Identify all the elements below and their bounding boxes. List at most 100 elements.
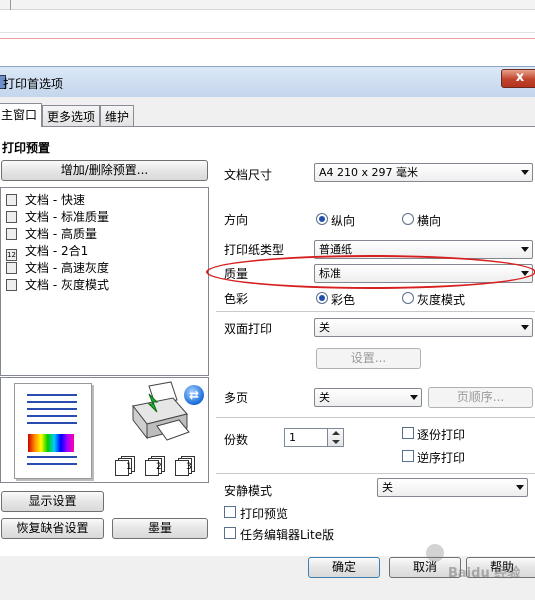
paper-text-line <box>27 456 77 458</box>
background-tab-strip <box>0 0 535 10</box>
document-icon <box>6 211 17 223</box>
orientation-landscape-label[interactable]: 横向 <box>417 212 441 229</box>
preset-label: 文档 - 2合1 <box>25 244 89 258</box>
preset-list[interactable]: 文档 - 快速 文档 - 标准质量 文档 - 高质量 12 文档 - 2合1 文档… <box>0 187 209 376</box>
document-icon <box>6 262 17 274</box>
paper-text-line <box>27 401 77 403</box>
add-remove-presets-button[interactable]: 增加/删除预置... <box>1 160 208 181</box>
paper-size-value: A4 210 x 297 毫米 <box>319 166 419 179</box>
page-number: 2 <box>156 462 162 472</box>
preset-label: 文档 - 标准质量 <box>25 210 109 224</box>
paper-text-line <box>27 394 77 396</box>
grayscale-radio[interactable] <box>402 292 414 304</box>
duplex-select[interactable]: 关 <box>314 318 533 337</box>
preset-item-2in1[interactable]: 12 文档 - 2合1 <box>6 242 89 261</box>
color-bar-preview <box>28 434 74 452</box>
duplex-label: 双面打印 <box>224 322 273 336</box>
color-label: 色彩 <box>224 292 249 306</box>
job-arranger-label[interactable]: 任务编辑器Lite版 <box>240 526 334 543</box>
duplex-value: 关 <box>319 321 330 334</box>
paper-preview-icon <box>14 383 92 479</box>
paper-size-select[interactable]: A4 210 x 297 毫米 <box>314 163 533 182</box>
color-radio[interactable] <box>316 292 328 304</box>
document-icon <box>6 279 17 291</box>
color-option-label[interactable]: 彩色 <box>331 291 355 308</box>
section-divider <box>216 473 535 474</box>
ok-button[interactable]: 确定 <box>308 557 380 578</box>
close-button[interactable]: x <box>501 69 535 88</box>
page-number: 3 <box>186 462 192 472</box>
print-presets-heading: 打印预置 <box>2 141 51 155</box>
orientation-landscape-radio[interactable] <box>402 213 414 225</box>
print-preview-label[interactable]: 打印预览 <box>240 505 288 522</box>
tab-more-options[interactable]: 更多选项 <box>42 105 101 126</box>
chevron-down-icon <box>410 395 418 400</box>
page-order-button[interactable]: 页顺序... <box>428 387 533 408</box>
chevron-down-icon[interactable] <box>332 440 340 444</box>
background-tab-separator <box>10 0 11 10</box>
background-window <box>0 0 535 66</box>
multipage-select[interactable]: 关 <box>314 388 422 407</box>
duplex-settings-button[interactable]: 设置... <box>316 348 421 369</box>
page-stack-icon-1: 1 <box>115 456 137 476</box>
print-preview-checkbox[interactable] <box>224 506 236 518</box>
orientation-portrait-label[interactable]: 纵向 <box>331 212 355 229</box>
reverse-order-label[interactable]: 逆序打印 <box>417 449 465 466</box>
collate-checkbox[interactable] <box>402 427 414 439</box>
preset-label: 文档 - 灰度模式 <box>25 278 109 292</box>
orientation-portrait-radio[interactable] <box>316 213 328 225</box>
section-divider <box>216 417 535 418</box>
ink-levels-button[interactable]: 墨量 <box>112 518 208 539</box>
collate-label[interactable]: 逐份打印 <box>417 426 465 443</box>
chevron-down-icon <box>521 247 529 252</box>
page-stack-icon-2: 2 <box>145 456 167 476</box>
display-settings-button[interactable]: 显示设置 <box>1 491 104 512</box>
paper-size-label: 文档尺寸 <box>224 168 273 182</box>
dialog-title: 打印首选项 <box>3 77 64 91</box>
tab-maintenance[interactable]: 维护 <box>100 105 135 126</box>
grayscale-option-label[interactable]: 灰度模式 <box>417 291 465 308</box>
preset-item-high-quality[interactable]: 文档 - 高质量 <box>6 225 97 242</box>
preset-item-grayscale[interactable]: 文档 - 灰度模式 <box>6 276 109 293</box>
dialog-title-bar[interactable] <box>0 67 535 97</box>
chevron-down-icon <box>516 485 524 490</box>
paper-text-line <box>27 463 77 465</box>
chevron-up-icon[interactable] <box>332 431 340 435</box>
paper-text-line <box>27 415 77 417</box>
chevron-down-icon <box>521 170 529 175</box>
page-number: 1 <box>126 462 132 472</box>
tab-main-window[interactable]: 主窗口 <box>0 103 43 127</box>
document-icon <box>6 194 17 206</box>
preset-label: 文档 - 高质量 <box>25 227 97 241</box>
background-red-rule <box>0 38 535 39</box>
copies-stepper[interactable] <box>327 428 344 447</box>
printer-icon <box>132 381 190 441</box>
restore-defaults-button[interactable]: 恢复缺省设置 <box>1 518 104 539</box>
preset-label: 文档 - 快速 <box>25 193 85 207</box>
preset-item-fast[interactable]: 文档 - 快速 <box>6 191 85 208</box>
preset-label: 文档 - 高速灰度 <box>25 261 109 275</box>
copies-label: 份数 <box>224 433 249 447</box>
globe-update-icon[interactable]: ⇄ <box>184 385 204 405</box>
page-stack-icon-3: 3 <box>175 456 197 476</box>
chevron-down-icon <box>521 325 529 330</box>
quality-highlight-annotation <box>206 255 535 289</box>
section-divider <box>216 311 535 312</box>
job-arranger-checkbox[interactable] <box>224 527 236 539</box>
reverse-order-checkbox[interactable] <box>402 450 414 462</box>
paper-text-line <box>27 422 77 424</box>
paper-type-value: 普通纸 <box>319 243 352 256</box>
multipage-value: 关 <box>319 391 330 404</box>
watermark-text: Baidu 经验 <box>448 566 521 581</box>
quiet-mode-select[interactable]: 关 <box>377 478 528 497</box>
orientation-label: 方向 <box>224 213 249 227</box>
preset-item-fast-grayscale[interactable]: 文档 - 高速灰度 <box>6 259 109 276</box>
paper-text-line <box>27 408 77 410</box>
copies-input[interactable]: 1 <box>284 428 328 447</box>
paper-type-label: 打印纸类型 <box>224 243 285 257</box>
quiet-mode-label: 安静模式 <box>224 484 273 498</box>
document-icon <box>6 228 17 240</box>
quiet-mode-value: 关 <box>382 481 393 494</box>
paw-logo-icon <box>426 544 444 562</box>
preset-item-standard[interactable]: 文档 - 标准质量 <box>6 208 109 225</box>
